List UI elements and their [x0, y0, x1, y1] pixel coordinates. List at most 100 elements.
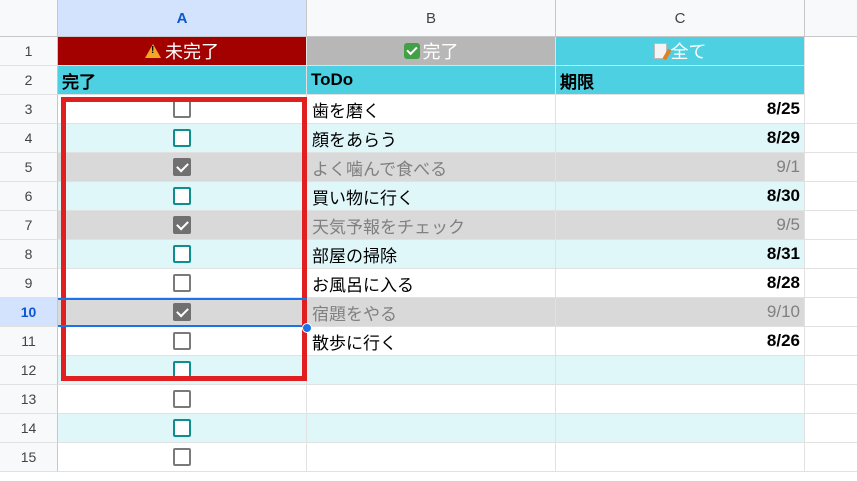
row-header-10[interactable]: 10 — [0, 298, 58, 327]
column-header-c[interactable]: C — [556, 0, 805, 37]
row-header-13[interactable]: 13 — [0, 385, 58, 414]
deadline-text: 8/29 — [766, 128, 800, 147]
deadline-cell[interactable]: 9/10 — [556, 298, 805, 327]
done-cell[interactable] — [58, 211, 307, 240]
todo-cell[interactable]: 天気予報をチェック — [307, 211, 556, 240]
deadline-cell[interactable] — [556, 443, 805, 472]
empty-cell[interactable] — [805, 153, 857, 182]
empty-cell[interactable] — [805, 385, 857, 414]
todo-cell[interactable] — [307, 385, 556, 414]
deadline-cell[interactable]: 8/28 — [556, 269, 805, 298]
done-checkbox[interactable] — [173, 158, 191, 176]
done-checkbox[interactable] — [173, 361, 191, 379]
deadline-cell[interactable] — [556, 385, 805, 414]
deadline-cell[interactable]: 8/30 — [556, 182, 805, 211]
deadline-cell[interactable]: 9/5 — [556, 211, 805, 240]
done-checkbox[interactable] — [173, 419, 191, 437]
done-cell[interactable] — [58, 124, 307, 153]
row-header-6[interactable]: 6 — [0, 182, 58, 211]
deadline-text: 9/5 — [776, 215, 800, 234]
row-header-5[interactable]: 5 — [0, 153, 58, 182]
check-icon — [403, 43, 420, 59]
done-cell[interactable] — [58, 443, 307, 472]
done-checkbox[interactable] — [173, 245, 191, 263]
empty-cell[interactable] — [805, 414, 857, 443]
row-header-4[interactable]: 4 — [0, 124, 58, 153]
column-header-d[interactable] — [805, 0, 857, 37]
todo-cell[interactable]: 歯を磨く — [307, 95, 556, 124]
column-header-b[interactable]: B — [307, 0, 556, 37]
row-header-1[interactable]: 1 — [0, 37, 58, 66]
todo-cell[interactable] — [307, 414, 556, 443]
deadline-cell[interactable] — [556, 414, 805, 443]
header-todo[interactable]: ToDo — [307, 66, 556, 95]
todo-cell[interactable]: お風呂に入る — [307, 269, 556, 298]
todo-cell[interactable]: 部屋の掃除 — [307, 240, 556, 269]
done-cell[interactable] — [58, 240, 307, 269]
done-cell[interactable] — [58, 269, 307, 298]
done-checkbox[interactable] — [173, 303, 191, 321]
done-checkbox[interactable] — [173, 187, 191, 205]
row-header-8[interactable]: 8 — [0, 240, 58, 269]
todo-cell[interactable]: 顔をあらう — [307, 124, 556, 153]
todo-cell[interactable] — [307, 443, 556, 472]
filter-all-button[interactable]: 全て — [556, 37, 805, 66]
done-checkbox[interactable] — [173, 274, 191, 292]
done-cell[interactable] — [58, 414, 307, 443]
deadline-cell[interactable]: 8/26 — [556, 327, 805, 356]
todo-cell[interactable]: 宿題をやる — [307, 298, 556, 327]
row-header-15[interactable]: 15 — [0, 443, 58, 472]
done-checkbox[interactable] — [173, 216, 191, 234]
row-header-7[interactable]: 7 — [0, 211, 58, 240]
empty-cell[interactable] — [805, 95, 857, 124]
empty-cell[interactable] — [805, 211, 857, 240]
empty-cell[interactable] — [805, 269, 857, 298]
empty-cell[interactable] — [805, 443, 857, 472]
deadline-cell[interactable]: 8/31 — [556, 240, 805, 269]
empty-cell[interactable] — [805, 298, 857, 327]
todo-cell[interactable] — [307, 356, 556, 385]
empty-cell[interactable] — [805, 182, 857, 211]
filter-complete-button[interactable]: 完了 — [307, 37, 556, 66]
deadline-text: 8/26 — [766, 331, 800, 350]
row-header-9[interactable]: 9 — [0, 269, 58, 298]
row-header-3[interactable]: 3 — [0, 95, 58, 124]
done-cell[interactable] — [58, 95, 307, 124]
header-done[interactable]: 完了 — [58, 66, 307, 95]
fill-handle[interactable] — [302, 323, 312, 333]
row-header-11[interactable]: 11 — [0, 327, 58, 356]
row-header-14[interactable]: 14 — [0, 414, 58, 443]
done-cell[interactable] — [58, 153, 307, 182]
todo-cell[interactable]: 買い物に行く — [307, 182, 556, 211]
column-header-a[interactable]: A — [58, 0, 307, 37]
done-checkbox[interactable] — [173, 129, 191, 147]
done-checkbox[interactable] — [173, 448, 191, 466]
done-cell[interactable] — [58, 356, 307, 385]
todo-text: 散歩に行く — [312, 333, 397, 354]
done-cell[interactable] — [58, 298, 307, 327]
todo-cell[interactable]: よく噛んで食べる — [307, 153, 556, 182]
memo-icon — [653, 43, 667, 59]
deadline-text: 8/25 — [766, 99, 800, 118]
done-checkbox[interactable] — [173, 100, 191, 118]
filter-incomplete-button[interactable]: 未完了 — [58, 37, 307, 66]
row-header-12[interactable]: 12 — [0, 356, 58, 385]
done-checkbox[interactable] — [173, 390, 191, 408]
deadline-cell[interactable]: 8/25 — [556, 95, 805, 124]
todo-cell[interactable]: 散歩に行く — [307, 327, 556, 356]
empty-cell[interactable] — [805, 327, 857, 356]
select-all-corner[interactable] — [0, 0, 58, 37]
deadline-text: 8/30 — [766, 186, 800, 205]
empty-cell[interactable] — [805, 356, 857, 385]
deadline-cell[interactable] — [556, 356, 805, 385]
empty-cell[interactable] — [805, 124, 857, 153]
done-cell[interactable] — [58, 182, 307, 211]
done-checkbox[interactable] — [173, 332, 191, 350]
done-cell[interactable] — [58, 385, 307, 414]
done-cell[interactable] — [58, 327, 307, 356]
header-deadline[interactable]: 期限 — [556, 66, 805, 95]
row-header-2[interactable]: 2 — [0, 66, 58, 95]
empty-cell[interactable] — [805, 240, 857, 269]
deadline-cell[interactable]: 8/29 — [556, 124, 805, 153]
deadline-cell[interactable]: 9/1 — [556, 153, 805, 182]
